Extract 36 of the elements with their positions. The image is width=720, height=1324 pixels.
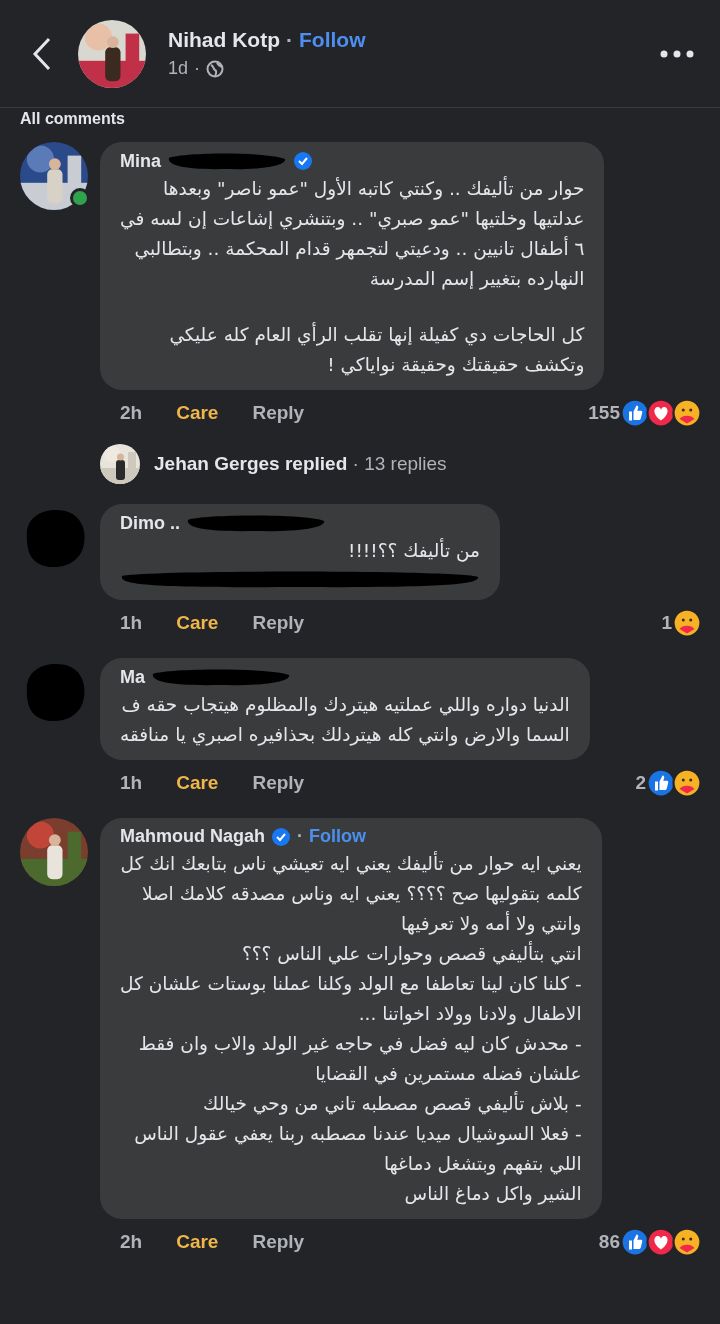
comment-time: 2h <box>120 1231 143 1253</box>
reply-link[interactable]: Reply <box>252 772 305 794</box>
globe-icon <box>206 59 225 78</box>
reaction-count: 155 <box>588 402 620 424</box>
separator-dot: · <box>297 826 303 847</box>
reaction-link[interactable]: Care <box>176 1231 219 1253</box>
reaction-count: 86 <box>598 1231 620 1253</box>
reply-link[interactable]: Reply <box>252 1231 305 1253</box>
comment-time: 1h <box>120 612 143 634</box>
reaction-link[interactable]: Care <box>176 612 219 634</box>
reply-link[interactable]: Reply <box>252 612 305 634</box>
comment-text: حوار من تأليفك .. وكنتي كاتبه الأول "عمو ناصر" وبعدها عدلتيها وخلتيها "عمو صبري" .. وبتنشري إشاعات إن لسه في ٦ أطفال تانيين .. ودعيتي لتجمهر قدام المحكمة .. وبتطالبي النهارده بتغيير إسم المدرسة <box>120 175 585 292</box>
comment-time: 1h <box>120 772 143 794</box>
reaction-count: 1 <box>661 612 672 634</box>
section-title[interactable]: All comments <box>20 110 125 128</box>
reaction-link[interactable]: Care <box>176 772 219 794</box>
reaction-count: 2 <box>635 772 646 794</box>
comment-text: يعني ايه حوار من تأليفك يعني ايه تعيشي ناس بتابعك انك كل كلمه بتقوليها صح ؟؟؟؟ يعني ايه وناس مصدقه كلامك اصلا وانتي ولا أمه ولا تعرفيها انتي بتأليفي قصص وحوارات علي الناس ؟؟؟ - كلنا كان لينا تعاطفا مع الولد وكلنا عملنا بوستات علشان كل الاطفال ولادنا وولاد اخواتنا ... - محدش كان ليه فضل في حاجه غير الولد والاب وان فقط علشان فضله مستمرين في القضايا - بلاش تأليفي قصص مصطبه تاني من وحي خيالك - فعلا السوشيال ميديا عندنا مصطبه ربنا يعفي عقول الناس اللي بتفهم وبتشغل دماغها الشير واكل دماغ الناس <box>120 850 582 1207</box>
comment-author: Mahmoud Nagah <box>120 826 265 847</box>
comment-author: Ma <box>120 666 145 688</box>
back-icon <box>32 36 52 71</box>
replies-link[interactable]: Jehan Gerges replied · 13 replies <box>100 444 447 484</box>
post-time: 1d <box>168 58 189 79</box>
comment-time: 2h <box>120 402 143 424</box>
comment-text: من تأليفك ؟؟!!!! <box>347 537 480 564</box>
comment-author: Mina <box>120 150 161 172</box>
post-author: Nihad Kotp <box>168 28 280 52</box>
follow-link[interactable]: Follow <box>299 28 366 52</box>
comment-text: كل الحاجات دي كفيلة إنها تقلب الرأي العام كله عليكي وتكشف حقيقتك وحقيقة نواياكي ! <box>168 321 585 378</box>
reaction-link[interactable]: Care <box>176 402 219 424</box>
separator-dot: · <box>194 58 201 79</box>
reply-link[interactable]: Reply <box>252 402 305 424</box>
more-icon <box>660 49 694 58</box>
comment-author: Dimo .. <box>120 512 180 534</box>
separator-dot: · <box>286 28 293 52</box>
comment-text: الدنيا دواره واللي عملتيه هيتردك والمظلوم هيتجاب حقه ف السما والارض وانتي كله هيتردلك بحذافيره اصبري يا منافقه <box>120 693 570 748</box>
